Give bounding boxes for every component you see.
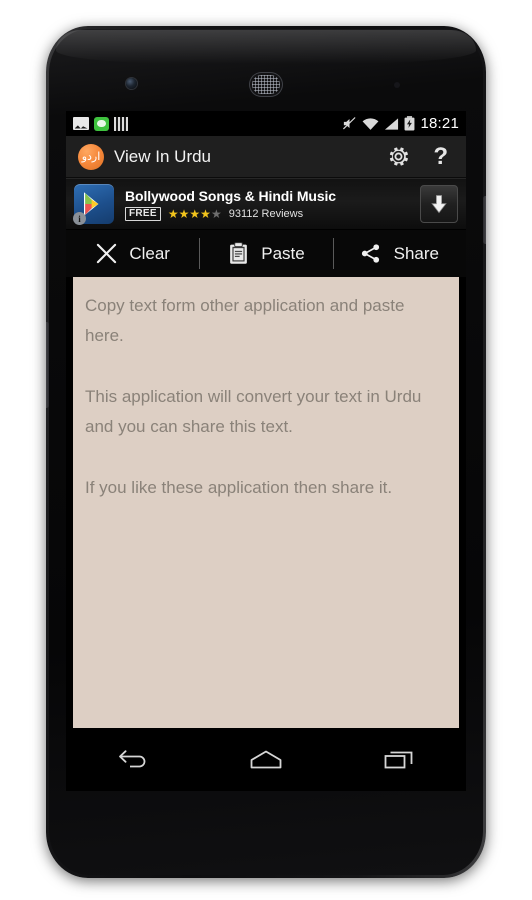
- home-icon: [248, 747, 284, 773]
- action-toolbar: Clear Paste Share: [66, 230, 466, 277]
- paste-button-label: Paste: [261, 243, 305, 263]
- phone-screen: 18:21 اردو View In Urdu ? i Bollywood So…: [66, 111, 466, 791]
- back-arrow-icon: [116, 747, 150, 773]
- status-bar-right-icons: 18:21: [342, 115, 459, 132]
- proximity-sensor: [394, 82, 400, 88]
- page-title: View In Urdu: [114, 146, 212, 166]
- ad-price-badge: FREE: [125, 206, 161, 221]
- ad-subtitle-row: FREE ★ ★ ★ ★ ★ 93112 Reviews: [125, 206, 412, 221]
- status-bar: 18:21: [66, 111, 466, 136]
- clear-button[interactable]: Clear: [66, 230, 199, 277]
- ad-text-block: Bollywood Songs & Hindi Music FREE ★ ★ ★ ★ ★…: [125, 188, 412, 221]
- paste-button[interactable]: Paste: [199, 230, 332, 277]
- ad-title: Bollywood Songs & Hindi Music: [125, 187, 336, 204]
- text-editor-area[interactable]: Copy text form other application and pas…: [73, 277, 459, 728]
- photo-icon: [73, 117, 89, 130]
- volume-rocker-button[interactable]: [46, 322, 49, 408]
- back-button[interactable]: [66, 728, 199, 791]
- ad-info-icon[interactable]: i: [73, 212, 86, 225]
- status-bar-clock: 18:21: [420, 115, 459, 132]
- app-action-bar: اردو View In Urdu ?: [66, 136, 466, 178]
- mute-icon: [342, 116, 357, 131]
- editor-hint-text: Copy text form other application and pas…: [85, 296, 422, 497]
- status-bar-left-icons: [73, 116, 128, 131]
- clear-button-label: Clear: [129, 243, 170, 263]
- front-camera-lens: [126, 78, 137, 89]
- battery-charging-icon: [404, 116, 415, 131]
- wifi-icon: [362, 117, 379, 131]
- ad-star-rating: ★ ★ ★ ★ ★: [167, 206, 222, 221]
- chat-icon: [94, 116, 109, 131]
- signal-icon: [384, 117, 399, 131]
- share-icon: [360, 243, 382, 265]
- help-icon[interactable]: ?: [433, 144, 448, 169]
- google-play-icon: i: [73, 184, 114, 225]
- share-button[interactable]: Share: [332, 230, 466, 277]
- download-arrow-icon[interactable]: [420, 185, 458, 223]
- ad-banner[interactable]: i Bollywood Songs & Hindi Music FREE ★ ★ ★…: [66, 178, 466, 230]
- android-navigation-bar: [66, 728, 466, 791]
- action-bar-buttons: ?: [386, 144, 454, 169]
- app-icon-label: اردو: [81, 150, 101, 163]
- clipboard-icon: [227, 242, 249, 265]
- recent-apps-icon: [382, 747, 416, 773]
- gear-icon[interactable]: [386, 144, 411, 169]
- ad-review-count: 93112 Reviews: [228, 207, 304, 220]
- share-button-label: Share: [393, 243, 439, 263]
- app-icon: اردو: [78, 143, 104, 170]
- bars-icon: [114, 116, 128, 131]
- earpiece-speaker: [249, 72, 283, 97]
- phone-device-frame: 18:21 اردو View In Urdu ? i Bollywood So…: [46, 26, 486, 878]
- close-x-icon: [95, 243, 117, 265]
- power-button[interactable]: [483, 196, 486, 244]
- home-button[interactable]: [199, 728, 332, 791]
- recents-button[interactable]: [333, 728, 466, 791]
